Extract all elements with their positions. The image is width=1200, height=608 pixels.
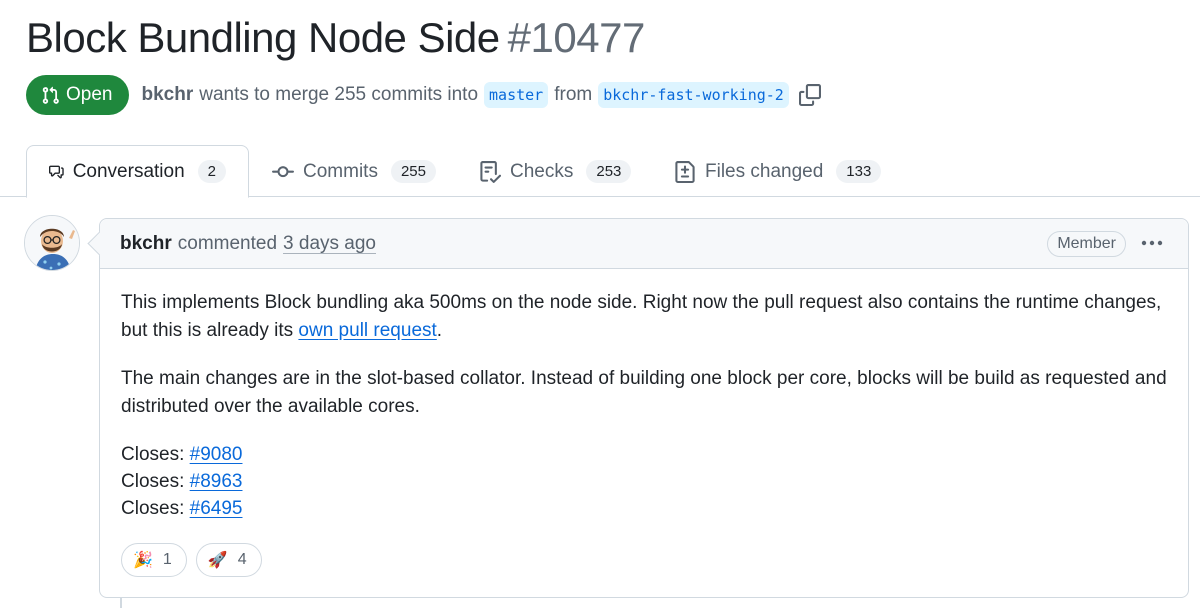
pr-title-text: Block Bundling Node Side <box>26 14 500 61</box>
closes-line-3: Closes: #6495 <box>121 495 1167 522</box>
comment-p1-end: . <box>436 320 443 341</box>
closes-label: Closes: <box>121 444 185 465</box>
issue-link-8963[interactable]: #8963 <box>190 471 243 492</box>
pr-merge-text: wants to merge 255 commits into <box>199 84 479 105</box>
copy-branch-button[interactable] <box>798 84 821 106</box>
head-branch[interactable]: bkchr-fast-working-2 <box>598 82 789 108</box>
tab-conversation-count: 2 <box>197 160 226 183</box>
closes-label: Closes: <box>121 498 185 519</box>
pr-meta: Open bkchr wants to merge 255 commits in… <box>26 75 821 115</box>
tab-commits-count: 255 <box>390 160 436 183</box>
tab-files-changed[interactable]: Files changed 133 <box>652 145 903 198</box>
pr-state-label: Open <box>66 84 113 105</box>
git-commit-icon <box>272 165 294 177</box>
closes-line-1: Closes: #9080 <box>121 441 1167 468</box>
reaction-rocket-count: 4 <box>237 551 247 568</box>
pr-title: Block Bundling Node Side #10477 <box>26 14 645 62</box>
tab-commits-label: Commits <box>303 160 378 182</box>
reaction-hooray-count: 1 <box>162 551 172 568</box>
copy-icon <box>798 84 821 106</box>
comment-paragraph-2: The main changes are in the slot-based c… <box>121 368 1167 417</box>
avatar[interactable] <box>24 215 80 271</box>
pr-number: #10477 <box>507 14 646 61</box>
tab-conversation-label: Conversation <box>72 160 185 182</box>
rocket-icon: 🚀 <box>207 552 228 569</box>
comment-box: bkchr commented 3 days ago Member This i… <box>99 218 1189 598</box>
from-text: from <box>554 84 593 105</box>
checklist-icon <box>480 160 501 183</box>
base-branch[interactable]: master <box>484 82 549 108</box>
comment-action: commented <box>177 232 278 254</box>
comment-author-link[interactable]: bkchr <box>120 233 172 255</box>
comment-paragraph-1: This implements Block bundling aka 500ms… <box>121 289 1167 345</box>
tab-checks-label: Checks <box>510 160 574 182</box>
comment-timestamp-link[interactable]: 3 days ago <box>283 233 376 255</box>
comment-options-button[interactable] <box>1138 231 1166 255</box>
issue-link-9080[interactable]: #9080 <box>190 444 243 465</box>
issue-link-6495[interactable]: #6495 <box>190 498 243 519</box>
timeline-connector <box>120 598 122 608</box>
file-diff-icon <box>675 160 695 183</box>
comment-p1-text: This implements Block bundling aka 500ms… <box>121 292 1162 341</box>
tab-conversation[interactable]: Conversation 2 <box>26 145 249 198</box>
reactions-bar: 🎉 1 🚀 4 <box>121 543 262 577</box>
avatar-illustration <box>25 216 79 270</box>
reaction-rocket-button[interactable]: 🚀 4 <box>195 543 262 577</box>
closes-label: Closes: <box>121 471 185 492</box>
closes-line-2: Closes: #8963 <box>121 468 1167 495</box>
tab-files-changed-label: Files changed <box>705 160 824 182</box>
tada-icon: 🎉 <box>133 552 153 569</box>
tab-checks[interactable]: Checks 253 <box>457 145 653 198</box>
tab-files-changed-count: 133 <box>836 160 882 183</box>
comment-discussion-icon <box>49 165 64 178</box>
tab-checks-count: 253 <box>586 160 632 183</box>
comment-body: This implements Block bundling aka 500ms… <box>100 269 1188 542</box>
pr-author-link[interactable]: bkchr <box>141 84 193 106</box>
pr-state-badge: Open <box>26 75 130 115</box>
kebab-horizontal-icon <box>1141 240 1163 246</box>
reaction-hooray-button[interactable]: 🎉 1 <box>121 543 187 577</box>
git-pull-request-icon <box>42 86 59 104</box>
tab-commits[interactable]: Commits 255 <box>250 145 458 198</box>
own-pull-request-link[interactable]: own pull request <box>298 320 436 341</box>
member-badge: Member <box>1047 231 1126 257</box>
pr-tabs: Conversation 2 Commits 255 Checks 253 Fi… <box>0 145 1200 198</box>
comment-header: bkchr commented 3 days ago Member <box>100 219 1188 269</box>
